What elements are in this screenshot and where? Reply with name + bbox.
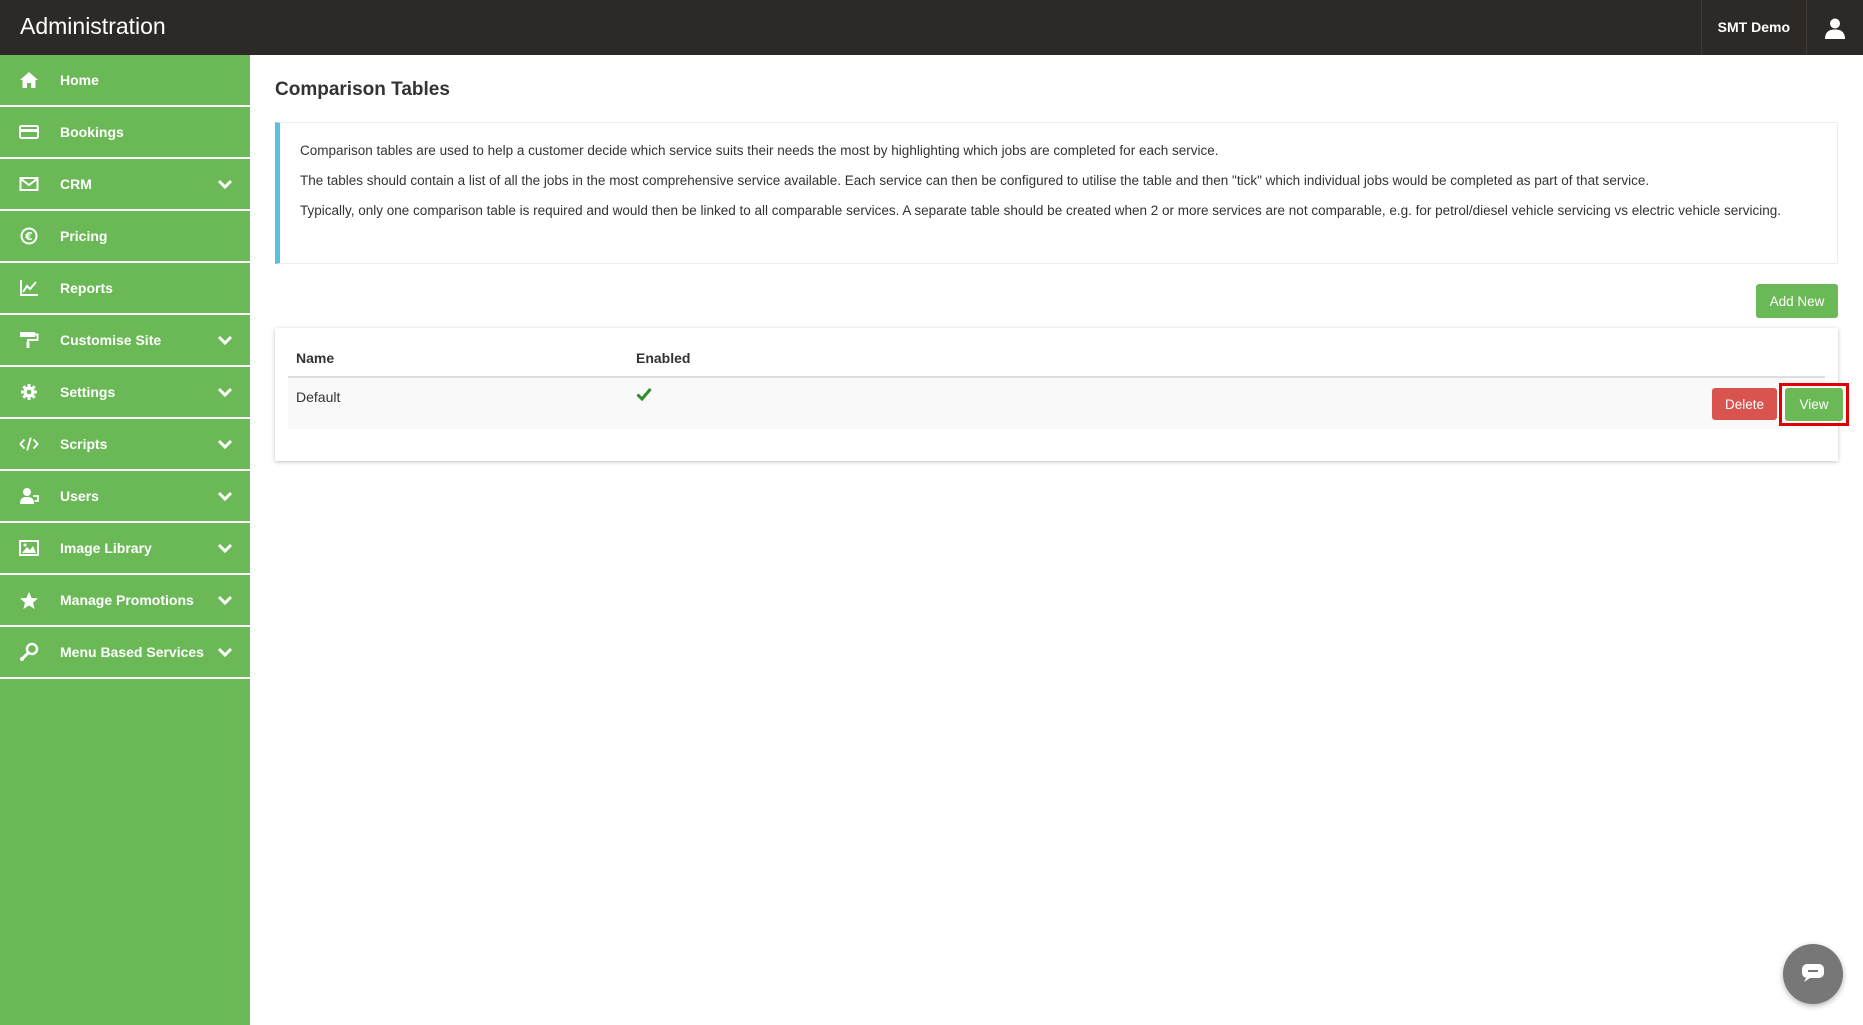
wrench-icon (19, 642, 39, 662)
chat-widget-button[interactable] (1783, 944, 1843, 1004)
chevron-down-icon (216, 435, 234, 453)
sidebar-item-pricing[interactable]: € Pricing (0, 211, 250, 263)
sidebar-item-manage-promotions[interactable]: Manage Promotions (0, 575, 250, 627)
paint-roller-icon (19, 330, 39, 350)
checkmark-icon (636, 387, 652, 406)
chevron-down-icon (216, 591, 234, 609)
envelope-icon (19, 174, 39, 194)
sidebar-item-menu-based-services[interactable]: Menu Based Services (0, 627, 250, 679)
column-header-enabled: Enabled (636, 350, 691, 366)
table-cell-name: Default (296, 389, 341, 405)
sidebar-item-label: Manage Promotions (60, 592, 194, 608)
euro-icon: € (19, 226, 39, 246)
sidebar-item-label: Home (60, 72, 99, 88)
chevron-down-icon (216, 383, 234, 401)
code-icon (19, 434, 39, 454)
chat-icon (1800, 961, 1826, 988)
sidebar-item-home[interactable]: Home (0, 55, 250, 107)
comparison-table-panel: Name Enabled Default Delete View (275, 328, 1849, 461)
table-row: Default Delete View (288, 378, 1849, 429)
info-paragraph: Typically, only one comparison table is … (300, 203, 1782, 218)
main-content: Comparison Tables Comparison tables are … (250, 55, 1863, 1025)
top-header: Administration SMT Demo (0, 0, 1863, 55)
home-icon (19, 70, 39, 90)
info-paragraph: Comparison tables are used to help a cus… (300, 143, 1219, 158)
column-header-name: Name (296, 350, 335, 366)
card-icon (19, 122, 39, 142)
line-chart-icon (19, 278, 39, 298)
sidebar: Home Bookings CRM € Pricing Reports Cust… (0, 55, 250, 1025)
app-title: Administration (20, 13, 166, 39)
sidebar-item-label: Image Library (60, 540, 152, 556)
sidebar-item-crm[interactable]: CRM (0, 159, 250, 211)
sidebar-item-customise-site[interactable]: Customise Site (0, 315, 250, 367)
add-new-button[interactable]: Add New (1756, 284, 1838, 318)
sidebar-item-label: Reports (60, 280, 113, 296)
star-icon (19, 590, 39, 610)
info-callout: Comparison tables are used to help a cus… (275, 122, 1838, 264)
info-paragraph: The tables should contain a list of all … (300, 173, 1650, 188)
chevron-down-icon (216, 643, 234, 661)
sidebar-item-label: CRM (60, 176, 92, 192)
svg-text:€: € (24, 230, 33, 243)
gear-icon (19, 382, 39, 402)
view-button[interactable]: View (1785, 388, 1843, 421)
sidebar-item-reports[interactable]: Reports (0, 263, 250, 315)
sidebar-item-label: Settings (60, 384, 116, 400)
sidebar-item-scripts[interactable]: Scripts (0, 419, 250, 471)
sidebar-item-label: Bookings (60, 124, 124, 140)
delete-button[interactable]: Delete (1712, 388, 1777, 420)
users-icon (19, 486, 39, 506)
page-title: Comparison Tables (275, 79, 450, 100)
sidebar-item-label: Menu Based Services (60, 644, 204, 660)
sidebar-item-settings[interactable]: Settings (0, 367, 250, 419)
user-icon[interactable] (1807, 0, 1863, 55)
sidebar-item-image-library[interactable]: Image Library (0, 523, 250, 575)
sidebar-item-users[interactable]: Users (0, 471, 250, 523)
chevron-down-icon (216, 487, 234, 505)
chevron-down-icon (216, 331, 234, 349)
sidebar-item-label: Customise Site (60, 332, 162, 348)
user-name-button[interactable]: SMT Demo (1700, 0, 1807, 55)
sidebar-item-label: Pricing (60, 228, 108, 244)
image-icon (19, 538, 39, 558)
chevron-down-icon (216, 175, 234, 193)
sidebar-item-bookings[interactable]: Bookings (0, 107, 250, 159)
sidebar-item-label: Scripts (60, 436, 108, 452)
sidebar-item-label: Users (60, 488, 99, 504)
chevron-down-icon (216, 539, 234, 557)
view-button-highlight: View (1779, 383, 1849, 426)
